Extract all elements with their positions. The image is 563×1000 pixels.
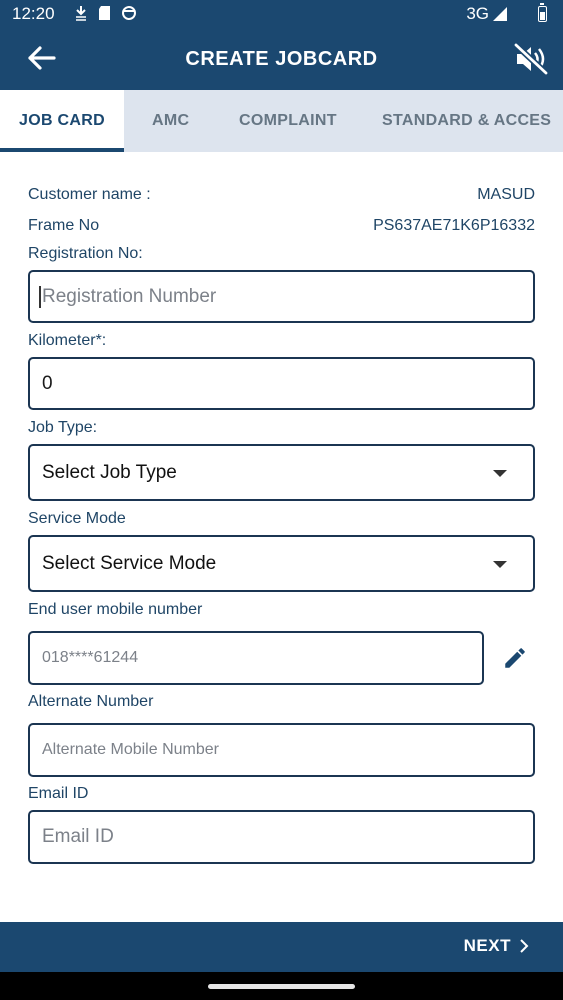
service-mode-select[interactable]: Select Service Mode xyxy=(28,535,535,592)
alternate-number-input[interactable]: Alternate Mobile Number xyxy=(28,723,535,777)
page-title: CREATE JOBCARD xyxy=(185,48,378,70)
frame-no-row: Frame No PS637AE71K6P16332 xyxy=(28,217,535,235)
status-notification-icons xyxy=(74,5,137,21)
kilometer-label: Kilometer*: xyxy=(28,332,107,349)
job-type-select[interactable]: Select Job Type xyxy=(28,444,535,501)
sd-card-icon xyxy=(99,6,110,20)
tab-complaint[interactable]: COMPLAINT xyxy=(239,90,337,152)
service-mode-label: Service Mode xyxy=(28,510,126,527)
tab-standard-accessories[interactable]: STANDARD & ACCES xyxy=(382,90,551,152)
kilometer-input[interactable]: 0 xyxy=(28,357,535,410)
customer-name-value: MASUD xyxy=(477,186,535,203)
next-label: NEXT xyxy=(463,936,511,955)
service-mode-selected: Select Service Mode xyxy=(42,552,217,574)
circle-status-icon xyxy=(122,6,136,20)
tab-job-card[interactable]: JOB CARD xyxy=(0,90,124,152)
download-icon xyxy=(76,6,86,21)
registration-input[interactable]: Registration Number xyxy=(28,270,535,323)
email-placeholder: Email ID xyxy=(42,826,114,847)
app-bar: CREATE JOBCARD xyxy=(0,28,563,90)
tab-bar: JOB CARD AMC COMPLAINT STANDARD & ACCES xyxy=(0,90,563,152)
signal-icon xyxy=(493,7,507,21)
dropdown-arrow-icon xyxy=(493,560,507,568)
home-gesture-handle[interactable] xyxy=(208,984,355,989)
frame-no-value: PS637AE71K6P16332 xyxy=(373,217,535,234)
system-navigation-bar xyxy=(0,972,563,1000)
registration-label: Registration No: xyxy=(28,245,143,262)
status-bar: 12:20 3G xyxy=(0,0,563,28)
alternate-number-placeholder: Alternate Mobile Number xyxy=(42,741,219,758)
dropdown-arrow-icon xyxy=(493,469,507,477)
job-type-label: Job Type: xyxy=(28,419,98,436)
customer-name-row: Customer name : MASUD xyxy=(28,186,535,204)
email-input[interactable]: Email ID xyxy=(28,810,535,864)
edit-pencil-icon[interactable] xyxy=(502,645,528,671)
end-user-mobile-input[interactable]: 018****61244 xyxy=(28,631,484,685)
alternate-number-label: Alternate Number xyxy=(28,693,154,710)
network-type: 3G xyxy=(466,4,489,23)
job-type-selected: Select Job Type xyxy=(42,461,177,483)
frame-no-label: Frame No xyxy=(28,217,100,234)
status-network: 3G xyxy=(466,4,507,24)
next-button[interactable]: NEXT xyxy=(464,936,529,956)
registration-placeholder: Registration Number xyxy=(42,285,217,307)
chevron-right-icon xyxy=(520,939,529,953)
end-user-mobile-label: End user mobile number xyxy=(28,601,203,618)
email-label: Email ID xyxy=(28,785,89,802)
text-cursor xyxy=(39,285,41,308)
kilometer-value: 0 xyxy=(42,372,53,394)
customer-name-label: Customer name : xyxy=(28,186,151,203)
bottom-action-bar: NEXT xyxy=(0,922,563,972)
battery-icon xyxy=(538,3,547,22)
end-user-mobile-value: 018****61244 xyxy=(42,649,139,666)
volume-off-icon[interactable] xyxy=(513,42,549,76)
status-time: 12:20 xyxy=(12,4,55,23)
tab-amc[interactable]: AMC xyxy=(152,90,189,152)
